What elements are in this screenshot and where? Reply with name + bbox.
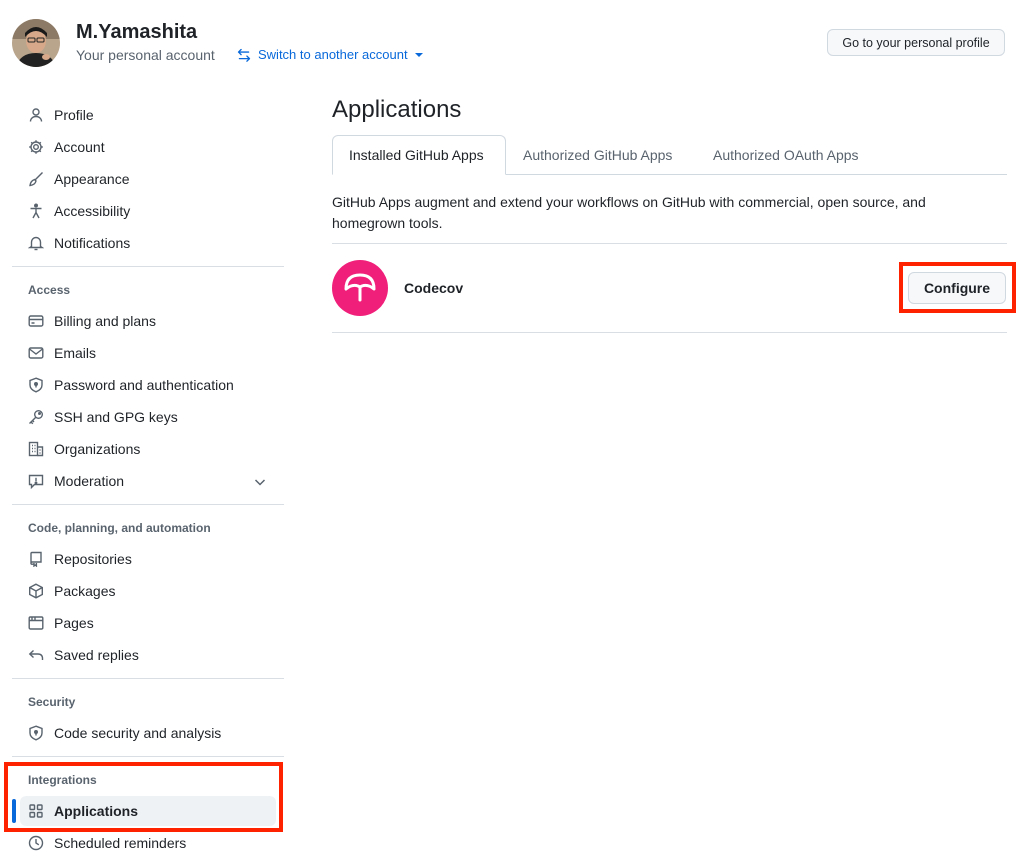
- section-heading-security: Security: [28, 695, 76, 709]
- switch-account-link[interactable]: Switch to another account: [237, 47, 423, 62]
- switch-account-label: Switch to another account: [258, 47, 408, 62]
- sidebar-item-label: Moderation: [54, 473, 125, 489]
- section-heading-code: Code, planning, and automation: [28, 521, 211, 535]
- sidebar-item-label: Accessibility: [54, 203, 131, 219]
- sidebar-item-label: Profile: [54, 107, 94, 123]
- tab-authorized-github-apps[interactable]: Authorized GitHub Apps: [507, 135, 697, 175]
- sidebar-item-packages[interactable]: Packages: [20, 576, 276, 606]
- sidebar-divider: [12, 266, 284, 267]
- clock-icon: [28, 835, 44, 851]
- mail-icon: [28, 345, 44, 361]
- package-icon: [28, 583, 44, 599]
- sidebar-item-moderation[interactable]: Moderation: [20, 466, 276, 496]
- sidebar-item-profile[interactable]: Profile: [20, 100, 276, 130]
- paintbrush-icon: [28, 171, 44, 187]
- sidebar-item-label: Scheduled reminders: [54, 835, 187, 851]
- sidebar-item-appearance[interactable]: Appearance: [20, 164, 276, 194]
- chevron-down-icon[interactable]: [252, 474, 268, 490]
- sidebar-item-emails[interactable]: Emails: [20, 338, 276, 368]
- reply-icon: [28, 647, 44, 663]
- account-type-label: Your personal account: [76, 47, 215, 63]
- highlight-box-configure: [899, 262, 1016, 313]
- bell-icon: [28, 235, 44, 251]
- key-icon: [28, 409, 44, 425]
- sidebar-item-organizations[interactable]: Organizations: [20, 434, 276, 464]
- sidebar-item-label: Appearance: [54, 171, 130, 187]
- caret-down-icon: [414, 51, 423, 59]
- section-heading-access: Access: [28, 283, 71, 297]
- sidebar-item-ssh-gpg[interactable]: SSH and GPG keys: [20, 402, 276, 432]
- sidebar-item-saved-replies[interactable]: Saved replies: [20, 640, 276, 670]
- tab-installed-github-apps[interactable]: Installed GitHub Apps: [332, 135, 506, 175]
- arrow-switch-icon: [237, 48, 251, 62]
- highlight-box-applications: [4, 762, 283, 832]
- shield-lock-icon: [28, 377, 44, 393]
- app-row-divider: [332, 243, 1007, 244]
- sidebar-item-label: Account: [54, 139, 105, 155]
- accessibility-icon: [28, 203, 44, 219]
- gear-icon: [28, 139, 44, 155]
- sidebar-item-label: Password and authentication: [54, 377, 234, 393]
- sidebar-divider: [12, 678, 284, 679]
- sidebar-item-code-security[interactable]: Code security and analysis: [20, 718, 276, 748]
- sidebar-item-label: Billing and plans: [54, 313, 156, 329]
- go-to-profile-button[interactable]: Go to your personal profile: [827, 29, 1005, 56]
- sidebar-item-label: Packages: [54, 583, 116, 599]
- shield-lock-icon: [28, 725, 44, 741]
- sidebar-item-label: Emails: [54, 345, 97, 361]
- sidebar-item-label: Pages: [54, 615, 94, 631]
- tab-authorized-oauth-apps[interactable]: Authorized OAuth Apps: [697, 135, 881, 175]
- credit-card-icon: [28, 313, 44, 329]
- sidebar-divider: [12, 756, 284, 757]
- sidebar-item-label: Saved replies: [54, 647, 139, 663]
- sidebar-item-scheduled-reminders[interactable]: Scheduled reminders: [20, 828, 276, 858]
- browser-icon: [28, 615, 44, 631]
- app-row-divider: [332, 332, 1007, 333]
- page-title: Applications: [332, 96, 462, 123]
- user-name: M.Yamashita: [76, 21, 198, 43]
- report-icon: [28, 473, 44, 489]
- sidebar-item-pages[interactable]: Pages: [20, 608, 276, 638]
- apps-description: GitHub Apps augment and extend your work…: [332, 194, 926, 231]
- sidebar-item-notifications[interactable]: Notifications: [20, 228, 276, 258]
- sidebar-item-repositories[interactable]: Repositories: [20, 544, 276, 574]
- sidebar-item-label: Notifications: [54, 235, 131, 251]
- codecov-logo: [332, 260, 388, 316]
- sidebar-item-password[interactable]: Password and authentication: [20, 370, 276, 400]
- sidebar-item-accessibility[interactable]: Accessibility: [20, 196, 276, 226]
- sidebar-item-label: SSH and GPG keys: [54, 409, 178, 425]
- app-name[interactable]: Codecov: [404, 280, 463, 296]
- sidebar-item-label: Organizations: [54, 441, 141, 457]
- sidebar-item-label: Repositories: [54, 551, 132, 567]
- sidebar-item-billing[interactable]: Billing and plans: [20, 306, 276, 336]
- person-icon: [28, 107, 44, 123]
- sidebar-item-account[interactable]: Account: [20, 132, 276, 162]
- avatar[interactable]: [12, 19, 60, 67]
- repo-icon: [28, 551, 44, 567]
- sidebar-item-label: Code security and analysis: [54, 725, 222, 741]
- organization-icon: [28, 441, 44, 457]
- sidebar-divider: [12, 504, 284, 505]
